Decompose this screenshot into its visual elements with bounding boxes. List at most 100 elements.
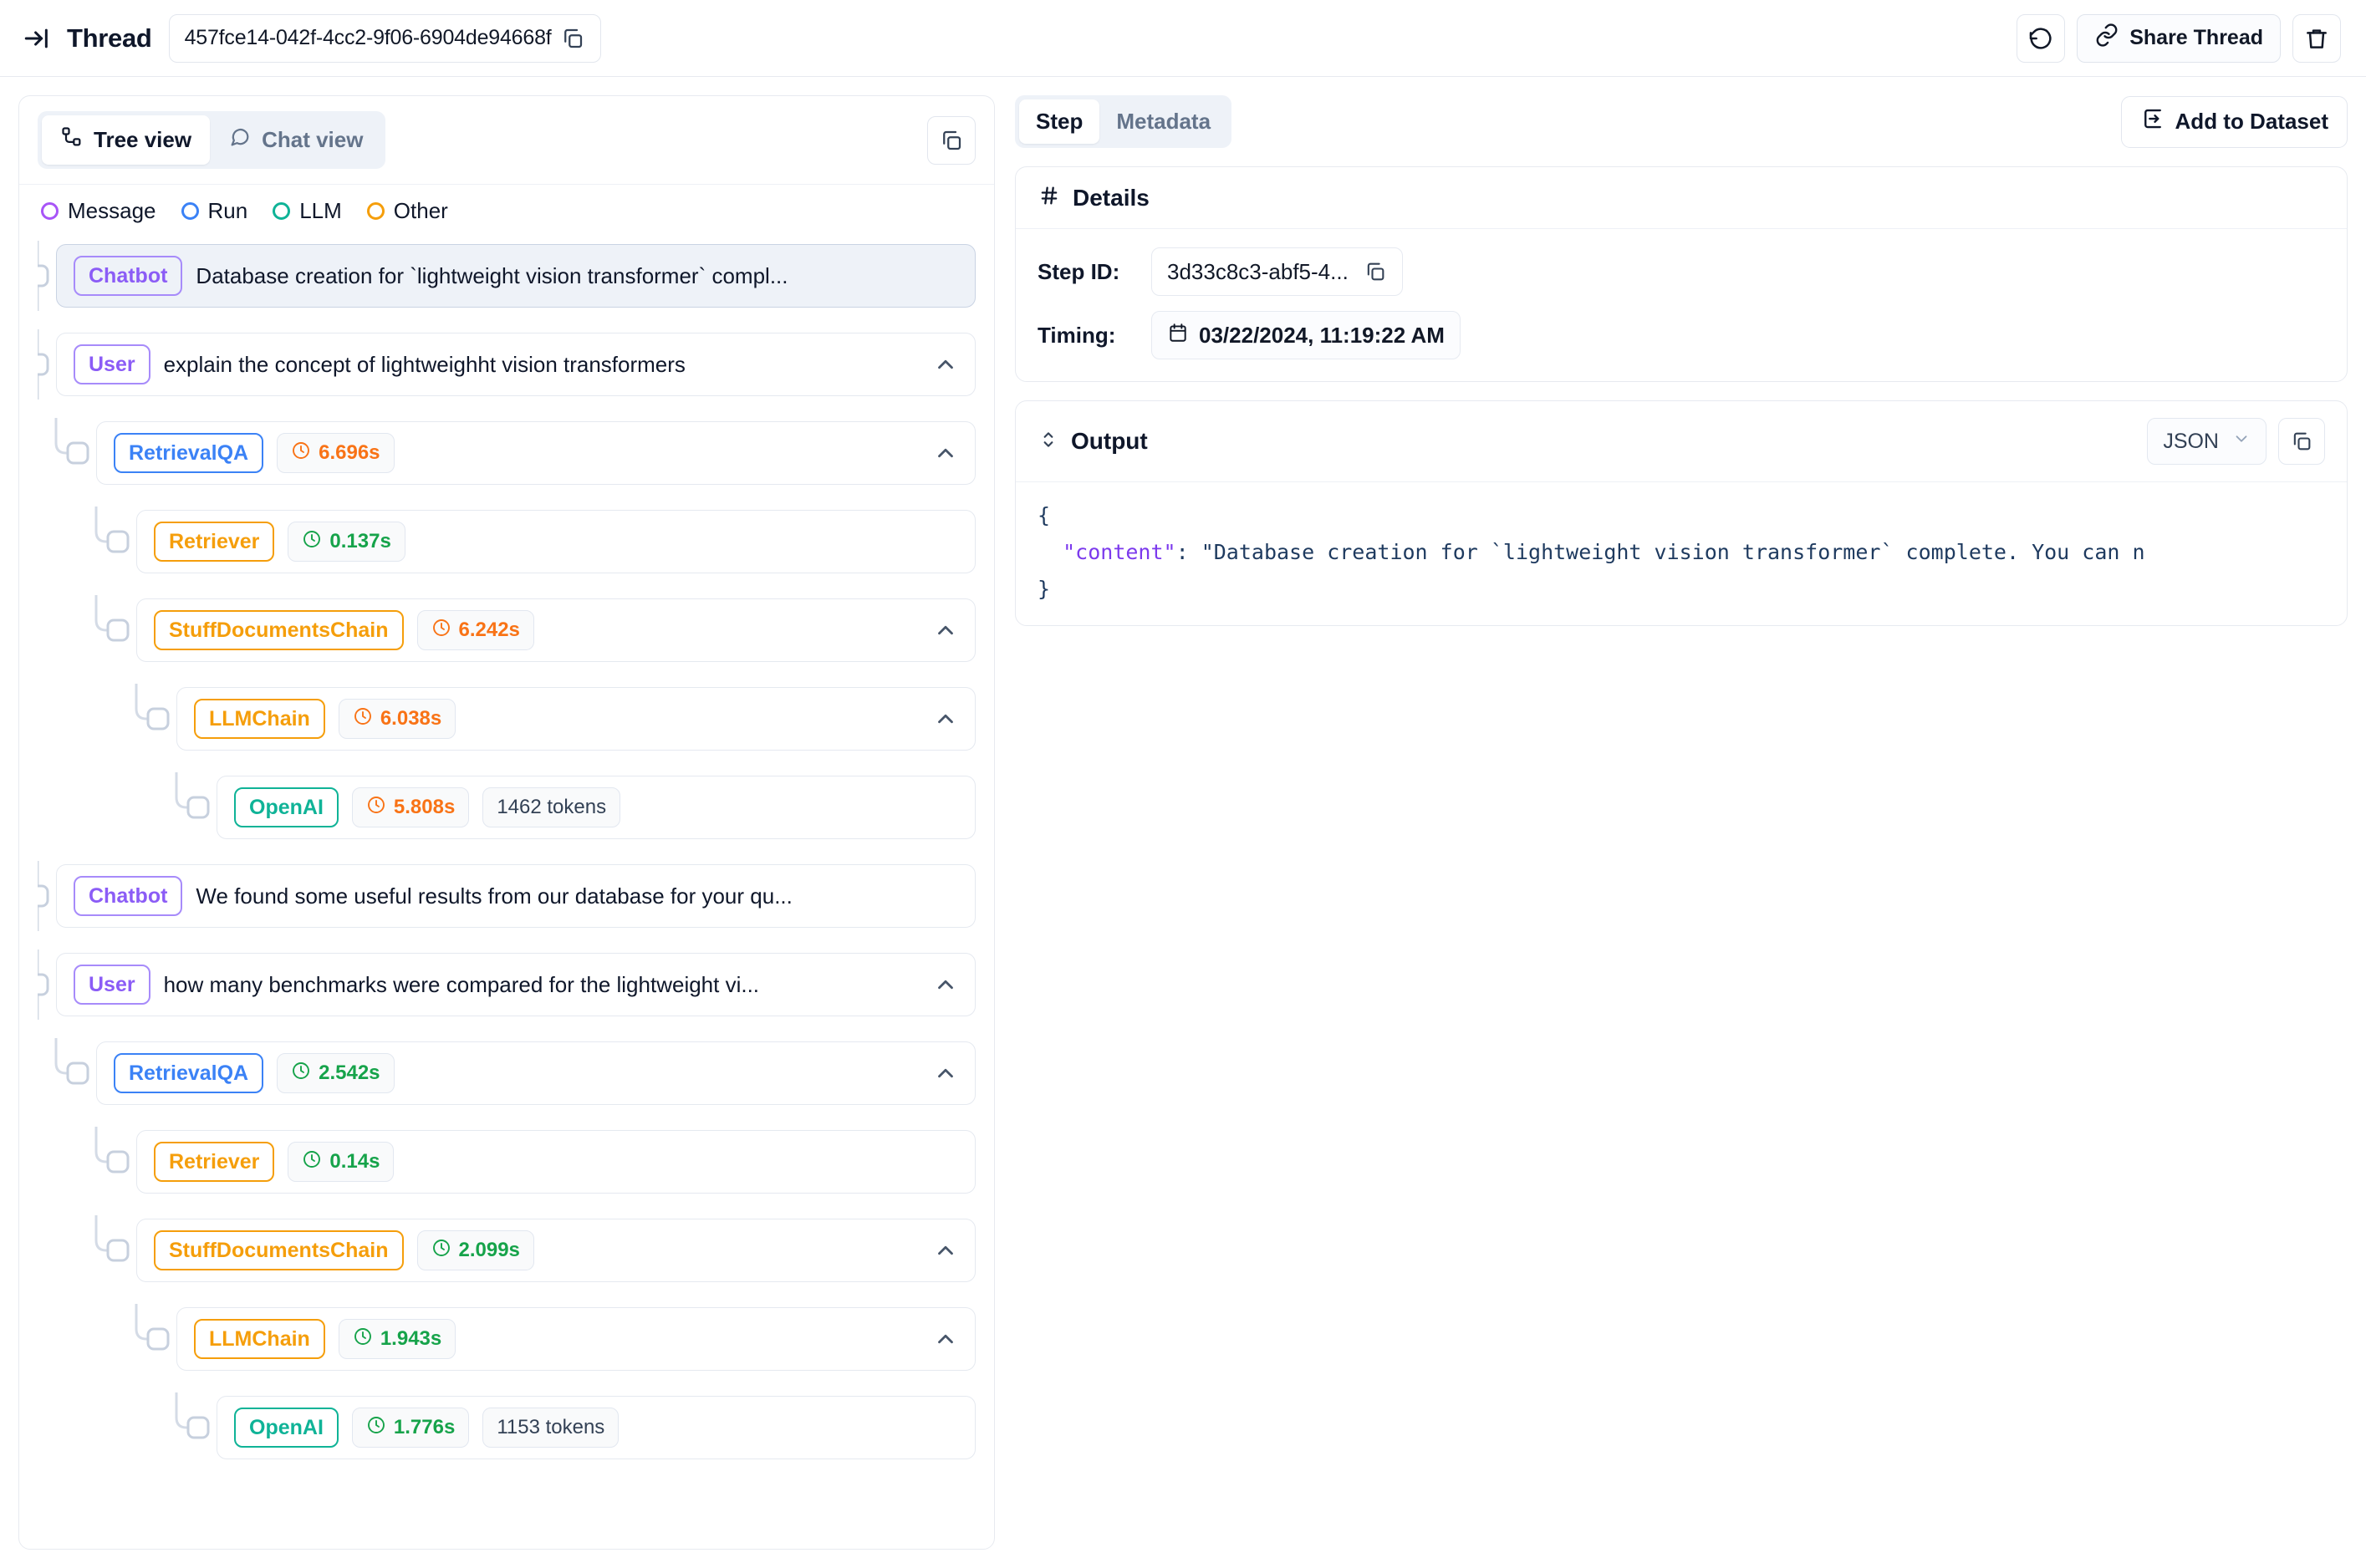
tab-step[interactable]: Step — [1019, 99, 1100, 144]
chevron-up-icon[interactable] — [921, 706, 958, 731]
trash-icon[interactable] — [2292, 13, 2341, 63]
chevron-up-icon[interactable] — [921, 972, 958, 997]
timing-value: 03/22/2024, 11:19:22 AM — [1199, 322, 1445, 348]
tree-connector — [38, 1038, 96, 1108]
duration-badge: 2.542s — [277, 1053, 395, 1093]
tree-node-row[interactable]: User explain the concept of lightweighht … — [26, 329, 976, 400]
tree-node-row[interactable]: StuffDocumentsChain 6.242s — [38, 595, 976, 665]
node-type-badge: OpenAI — [234, 787, 339, 827]
step-id-value: 3d33c8c3-abf5-4... — [1167, 258, 1349, 284]
share-thread-button[interactable]: Share Thread — [2077, 13, 2281, 63]
tree-node[interactable]: OpenAI 1.776s 1153 tokens — [217, 1396, 976, 1459]
duration-value: 6.242s — [458, 619, 520, 641]
tree-node[interactable]: User explain the concept of lightweighht … — [56, 333, 976, 396]
copy-icon[interactable] — [1364, 260, 1387, 283]
chat-bubble-icon — [228, 125, 252, 155]
top-bar: Thread 457fce14-042f-4cc2-9f06-6904de946… — [0, 0, 2366, 77]
add-to-dataset-icon — [2140, 106, 2165, 137]
tree-node[interactable]: RetrievalQA 6.696s — [96, 421, 976, 485]
tree-connector — [38, 1304, 176, 1374]
node-type-badge: StuffDocumentsChain — [154, 610, 404, 650]
topbar-actions: Share Thread — [2017, 13, 2341, 63]
copy-output-icon[interactable] — [2278, 418, 2325, 465]
code-value: "Database creation for `lightweight visi… — [1201, 539, 2145, 564]
node-preview-text: how many benchmarks were compared for th… — [163, 971, 760, 997]
tree-node-row[interactable]: StuffDocumentsChain 2.099s — [38, 1215, 976, 1285]
tree-node-row[interactable]: LLMChain 6.038s — [38, 684, 976, 754]
tree-node[interactable]: Retriever 0.14s — [136, 1130, 976, 1194]
tree-node[interactable]: LLMChain 1.943s — [176, 1307, 976, 1371]
tab-tree-view-label: Tree view — [94, 127, 192, 152]
step-id-label: Step ID: — [1038, 258, 1120, 284]
refresh-icon[interactable] — [2017, 13, 2066, 63]
tree-node-row[interactable]: Chatbot We found some useful results from… — [26, 861, 976, 931]
legend-label: LLM — [299, 198, 342, 223]
tree-node[interactable]: LLMChain 6.038s — [176, 687, 976, 751]
chevron-up-icon[interactable] — [921, 1238, 958, 1263]
duration-badge: 0.14s — [288, 1142, 395, 1182]
duration-value: 2.099s — [458, 1239, 520, 1261]
tree-node[interactable]: User how many benchmarks were compared fo… — [56, 953, 976, 1016]
trace-tree-panel: Tree view Chat view Message Run LLM Other — [18, 95, 995, 1550]
chevron-up-icon[interactable] — [921, 618, 958, 643]
chevron-up-icon[interactable] — [921, 1061, 958, 1086]
add-to-dataset-label: Add to Dataset — [2175, 109, 2328, 134]
tab-chat-view[interactable]: Chat view — [210, 115, 381, 165]
tree-node[interactable]: StuffDocumentsChain 2.099s — [136, 1219, 976, 1282]
details-title: Details — [1073, 184, 1150, 211]
node-preview-text: explain the concept of lightweighht visi… — [163, 351, 686, 377]
legend-item: Other — [366, 198, 448, 224]
tree-node[interactable]: Chatbot Database creation for `lightweigh… — [56, 244, 976, 308]
tree-node[interactable]: OpenAI 5.808s 1462 tokens — [217, 776, 976, 839]
tree-node[interactable]: Chatbot We found some useful results from… — [56, 864, 976, 928]
duration-value: 2.542s — [319, 1061, 380, 1084]
tree-connector — [26, 241, 56, 311]
trace-tree: Chatbot Database creation for `lightweigh… — [19, 241, 994, 1549]
tree-node[interactable]: RetrievalQA 2.542s — [96, 1041, 976, 1105]
add-to-dataset-button[interactable]: Add to Dataset — [2120, 95, 2348, 148]
tree-node-row[interactable]: LLMChain 1.943s — [38, 1304, 976, 1374]
duration-badge: 6.038s — [338, 699, 456, 739]
node-type-badge: LLMChain — [194, 699, 325, 739]
tree-node-row[interactable]: Retriever 0.137s — [38, 507, 976, 577]
step-id-field[interactable]: 3d33c8c3-abf5-4... — [1151, 247, 1403, 296]
chevron-up-icon[interactable] — [921, 1326, 958, 1352]
duration-value: 1.943s — [380, 1327, 442, 1350]
node-type-badge: OpenAI — [234, 1408, 339, 1448]
copy-icon[interactable] — [560, 26, 585, 51]
output-actions: JSON — [2147, 418, 2325, 465]
copy-tree-icon[interactable] — [927, 115, 976, 165]
tree-node-row[interactable]: OpenAI 5.808s 1462 tokens — [38, 772, 976, 843]
tree-node-row[interactable]: RetrievalQA 6.696s — [38, 418, 976, 488]
clock-icon — [302, 529, 322, 555]
tree-node-row[interactable]: Chatbot Database creation for `lightweigh… — [26, 241, 976, 311]
tab-tree-view[interactable]: Tree view — [42, 115, 211, 165]
clock-icon — [302, 1149, 322, 1175]
tree-node-row[interactable]: User how many benchmarks were compared fo… — [26, 949, 976, 1020]
expand-collapse-icon[interactable] — [1038, 429, 1059, 455]
tree-node[interactable]: Retriever 0.137s — [136, 510, 976, 573]
clock-icon — [353, 706, 373, 732]
tree-connector — [26, 329, 56, 400]
tab-metadata[interactable]: Metadata — [1099, 99, 1227, 144]
tree-node-row[interactable]: RetrievalQA 2.542s — [38, 1038, 976, 1108]
node-type-badge: RetrievalQA — [114, 1053, 264, 1093]
duration-badge: 6.696s — [277, 433, 395, 473]
duration-badge: 2.099s — [416, 1230, 534, 1270]
collapse-panel-icon[interactable] — [18, 20, 55, 57]
chevron-up-icon[interactable] — [921, 352, 958, 377]
duration-value: 0.14s — [329, 1150, 380, 1173]
tree-node-row[interactable]: OpenAI 1.776s 1153 tokens — [38, 1392, 976, 1463]
node-type-badge: User — [74, 344, 150, 384]
chevron-up-icon[interactable] — [921, 440, 958, 466]
thread-id-field[interactable]: 457fce14-042f-4cc2-9f06-6904de94668f — [168, 13, 601, 63]
node-type-badge: StuffDocumentsChain — [154, 1230, 404, 1270]
token-count-badge: 1153 tokens — [482, 1408, 620, 1448]
tree-node[interactable]: StuffDocumentsChain 6.242s — [136, 598, 976, 662]
tree-connector — [38, 1215, 136, 1285]
view-switcher: Tree view Chat view — [38, 111, 386, 169]
output-format-select[interactable]: JSON — [2147, 418, 2267, 465]
node-preview-text: We found some useful results from our da… — [196, 883, 793, 909]
tree-node-row[interactable]: Retriever 0.14s — [38, 1127, 976, 1197]
clock-icon — [291, 1061, 311, 1087]
